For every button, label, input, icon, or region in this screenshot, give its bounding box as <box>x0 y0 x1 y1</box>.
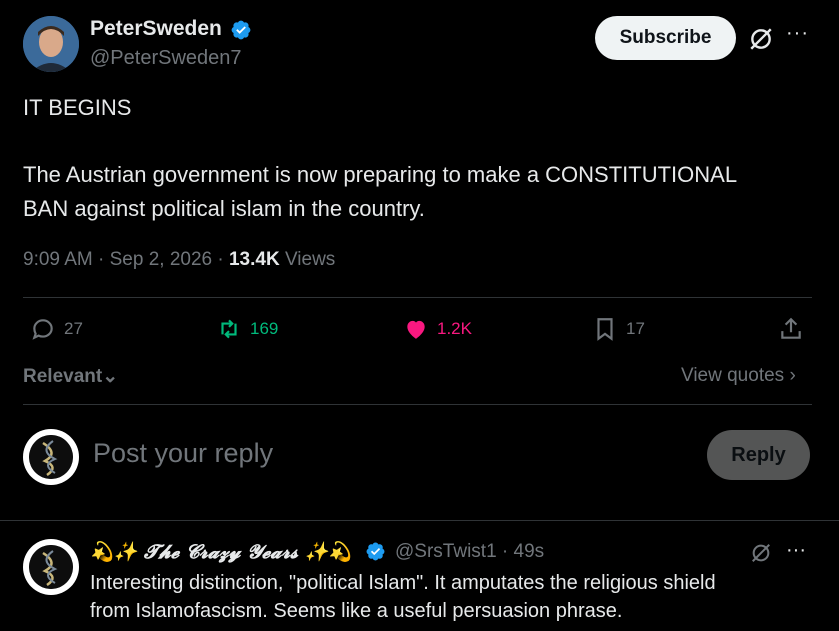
tweet-meta: 9:09 AM · Sep 2, 2026 · 13.4K Views <box>23 249 335 271</box>
author-name[interactable]: PeterSweden <box>90 17 222 41</box>
reply-input[interactable]: Post your reply <box>93 438 273 469</box>
verified-badge-icon <box>231 20 251 40</box>
comment-time[interactable]: · 49s <box>497 541 544 562</box>
chevron-right-icon: › <box>789 365 796 386</box>
more-options-icon[interactable]: ··· <box>786 539 806 562</box>
subscribe-button[interactable]: Subscribe <box>595 16 736 60</box>
divider <box>23 404 812 405</box>
commenter-name[interactable]: 💫✨ 𝓣𝓱𝓮 𝓒𝓻𝓪𝔃𝔂 𝓨𝓮𝓪𝓻𝓼 ✨💫 <box>90 540 352 563</box>
divider <box>23 297 812 298</box>
reply-count: 27 <box>64 319 83 338</box>
views-count: 13.4K <box>228 249 280 270</box>
tweet-date[interactable]: Sep 2, 2026 <box>110 249 212 270</box>
chevron-down-icon: ⌄ <box>102 366 119 387</box>
comment-text-line-1: Interesting distinction, "political Isla… <box>90 572 716 594</box>
tweet-text-line-3: BAN against political islam in the count… <box>23 196 425 221</box>
more-options-icon[interactable]: ··· <box>786 22 809 45</box>
user-avatar[interactable] <box>23 429 79 485</box>
like-action[interactable]: 1.2K <box>403 316 472 342</box>
divider <box>0 520 839 521</box>
share-action[interactable] <box>778 316 804 342</box>
tweet-text-line-1: IT BEGINS <box>23 95 132 120</box>
author-handle[interactable]: @PeterSweden7 <box>90 47 242 70</box>
bookmark-count: 17 <box>626 319 645 338</box>
author-avatar[interactable] <box>23 16 79 72</box>
share-icon <box>781 317 801 339</box>
meta-separator: · <box>212 249 229 270</box>
commenter-handle-time: @SrsTwist1 · 49s <box>395 541 544 563</box>
repost-icon <box>221 319 237 339</box>
like-count: 1.2K <box>437 319 472 338</box>
verified-badge-icon <box>366 542 385 561</box>
tweet-time[interactable]: 9:09 AM <box>23 249 93 270</box>
comment-text-line-2: from Islamofascism. Seems like a useful … <box>90 600 623 622</box>
view-quotes-label: View quotes <box>681 365 785 386</box>
sort-label: Relevant <box>23 366 103 387</box>
tweet-text-line-2: The Austrian government is now preparing… <box>23 162 738 187</box>
sort-relevant-dropdown[interactable]: Relevant⌄ <box>23 365 118 388</box>
views-label: Views <box>279 249 336 270</box>
meta-separator: · <box>92 249 110 270</box>
bookmark-icon <box>597 318 613 341</box>
reply-action[interactable]: 27 <box>30 316 83 342</box>
reply-icon <box>32 319 53 340</box>
grok-icon[interactable] <box>750 542 772 564</box>
commenter-avatar[interactable] <box>23 539 79 595</box>
reply-button[interactable]: Reply <box>707 430 810 480</box>
view-quotes-link[interactable]: View quotes › <box>681 365 796 387</box>
bookmark-action[interactable]: 17 <box>592 316 645 342</box>
repost-action[interactable]: 169 <box>216 316 278 342</box>
repost-count: 169 <box>250 319 279 338</box>
commenter-handle[interactable]: @SrsTwist1 <box>395 541 497 562</box>
heart-icon <box>407 320 425 339</box>
grok-icon[interactable] <box>748 26 774 52</box>
